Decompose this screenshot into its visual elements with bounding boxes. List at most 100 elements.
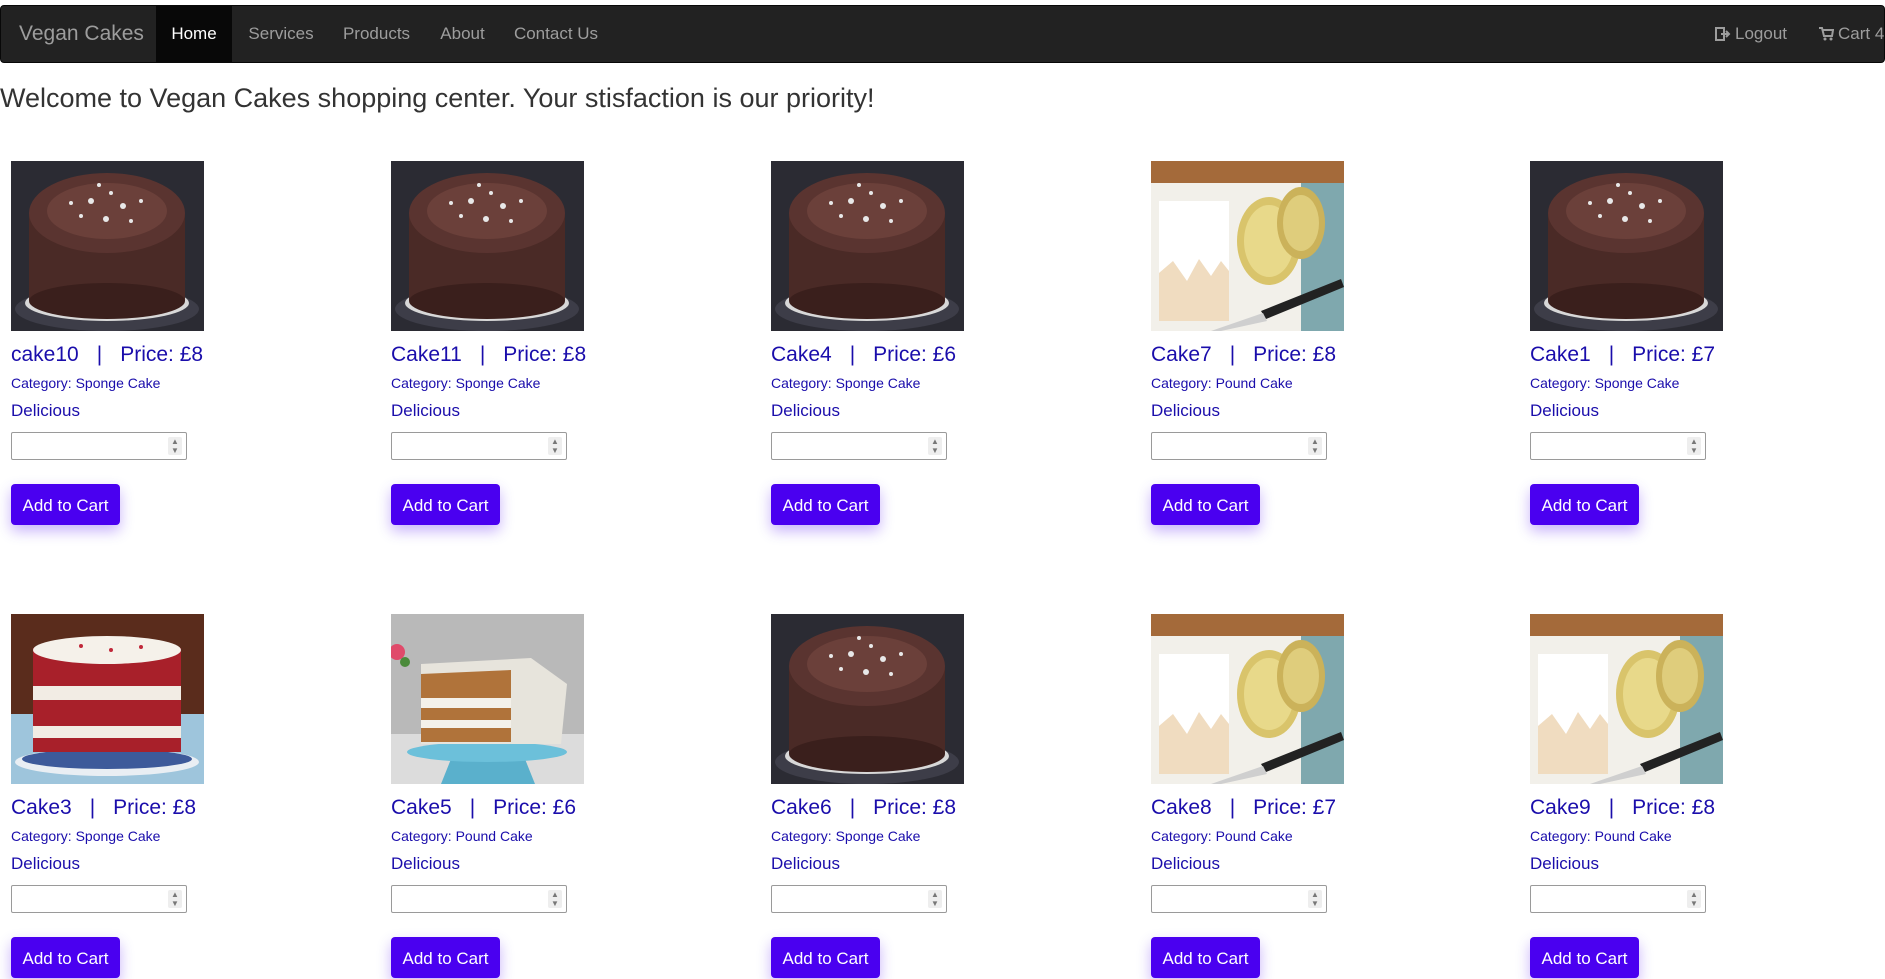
quantity-input[interactable]: ▲ ▼ (391, 885, 567, 913)
product-name[interactable]: Cake1 (1530, 343, 1591, 366)
product-description: Delicious (1151, 401, 1220, 420)
welcome-heading: Welcome to Vegan Cakes shopping center. … (0, 83, 875, 113)
add-to-cart-button[interactable]: Add to Cart (11, 484, 120, 525)
quantity-input[interactable]: ▲ ▼ (1530, 432, 1706, 460)
product-image[interactable] (1530, 614, 1723, 784)
spinner-arrows-icon[interactable]: ▲ ▼ (168, 437, 182, 455)
spinner-arrows-icon[interactable]: ▲ ▼ (168, 890, 182, 908)
navbar: Vegan Cakes Home Services Products About… (0, 5, 1885, 63)
product-price: Price: £6 (493, 796, 577, 819)
product-category: Category: Sponge Cake (391, 375, 541, 391)
add-to-cart-button[interactable]: Add to Cart (1530, 484, 1639, 525)
product-price: Price: £8 (1253, 343, 1337, 366)
cart-link[interactable]: Cart 4 (1818, 6, 1884, 62)
spinner-arrows-icon[interactable]: ▲ ▼ (1308, 890, 1322, 908)
product-description: Delicious (1151, 854, 1220, 873)
product-name[interactable]: Cake6 (771, 796, 832, 819)
add-to-cart-button[interactable]: Add to Cart (771, 937, 880, 978)
product-image[interactable] (771, 614, 964, 784)
separator: | (479, 343, 486, 366)
product-title-row: Cake9 | Price: £8 (1530, 796, 1715, 820)
product-image[interactable] (391, 614, 584, 784)
spinner-arrows-icon[interactable]: ▲ ▼ (1687, 437, 1701, 455)
product-title-row: Cake1 | Price: £7 (1530, 343, 1715, 367)
product-category: Category: Pound Cake (1151, 828, 1293, 844)
add-to-cart-button[interactable]: Add to Cart (11, 937, 120, 978)
quantity-input[interactable]: ▲ ▼ (11, 432, 187, 460)
add-to-cart-button[interactable]: Add to Cart (1151, 484, 1260, 525)
add-to-cart-button[interactable]: Add to Cart (1530, 937, 1639, 978)
spinner-arrows-icon[interactable]: ▲ ▼ (928, 437, 942, 455)
separator: | (1608, 343, 1615, 366)
spinner-arrows-icon[interactable]: ▲ ▼ (1308, 437, 1322, 455)
brand-logo[interactable]: Vegan Cakes (19, 6, 144, 62)
product-image[interactable] (1151, 161, 1344, 331)
product-name[interactable]: cake10 (11, 343, 79, 366)
product-title-row: cake10 | Price: £8 (11, 343, 203, 367)
product-category: Category: Sponge Cake (11, 828, 161, 844)
product-price: Price: £6 (873, 343, 957, 366)
product-name[interactable]: Cake11 (391, 343, 462, 366)
product-description: Delicious (1530, 401, 1599, 420)
product-title-row: Cake3 | Price: £8 (11, 796, 196, 820)
product-category: Category: Pound Cake (1530, 828, 1672, 844)
product-name[interactable]: Cake4 (771, 343, 832, 366)
product-title-row: Cake6 | Price: £8 (771, 796, 956, 820)
product-category: Category: Sponge Cake (771, 828, 921, 844)
product-name[interactable]: Cake5 (391, 796, 452, 819)
product-price: Price: £8 (113, 796, 197, 819)
product-name[interactable]: Cake9 (1530, 796, 1591, 819)
product-category: Category: Pound Cake (391, 828, 533, 844)
product-image[interactable] (771, 161, 964, 331)
product-description: Delicious (771, 401, 840, 420)
separator: | (1608, 796, 1615, 819)
quantity-input[interactable]: ▲ ▼ (11, 885, 187, 913)
product-description: Delicious (391, 854, 460, 873)
spinner-arrows-icon[interactable]: ▲ ▼ (548, 437, 562, 455)
quantity-input[interactable]: ▲ ▼ (1151, 885, 1327, 913)
product-description: Delicious (771, 854, 840, 873)
product-title-row: Cake4 | Price: £6 (771, 343, 956, 367)
add-to-cart-button[interactable]: Add to Cart (1151, 937, 1260, 978)
logout-label: Logout (1735, 24, 1787, 43)
product-name[interactable]: Cake7 (1151, 343, 1212, 366)
nav-about[interactable]: About (423, 6, 502, 62)
product-name[interactable]: Cake3 (11, 796, 72, 819)
quantity-input[interactable]: ▲ ▼ (771, 432, 947, 460)
product-image[interactable] (11, 614, 204, 784)
product-image[interactable] (1151, 614, 1344, 784)
quantity-input[interactable]: ▲ ▼ (391, 432, 567, 460)
separator: | (469, 796, 476, 819)
logout-link[interactable]: Logout (1715, 6, 1787, 62)
product-image[interactable] (11, 161, 204, 331)
product-price: Price: £8 (873, 796, 957, 819)
separator: | (849, 796, 856, 819)
product-price: Price: £8 (503, 343, 587, 366)
product-description: Delicious (391, 401, 460, 420)
add-to-cart-button[interactable]: Add to Cart (391, 937, 500, 978)
add-to-cart-button[interactable]: Add to Cart (391, 484, 500, 525)
product-category: Category: Sponge Cake (771, 375, 921, 391)
product-title-row: Cake7 | Price: £8 (1151, 343, 1336, 367)
quantity-input[interactable]: ▲ ▼ (1530, 885, 1706, 913)
cart-label: Cart 4 (1838, 24, 1885, 43)
product-price: Price: £7 (1632, 343, 1716, 366)
separator: | (96, 343, 103, 366)
nav-contact-us[interactable]: Contact Us (502, 6, 610, 62)
quantity-input[interactable]: ▲ ▼ (1151, 432, 1327, 460)
spinner-arrows-icon[interactable]: ▲ ▼ (928, 890, 942, 908)
product-image[interactable] (1530, 161, 1723, 331)
add-to-cart-button[interactable]: Add to Cart (771, 484, 880, 525)
spinner-arrows-icon[interactable]: ▲ ▼ (548, 890, 562, 908)
nav-products[interactable]: Products (330, 6, 423, 62)
product-image[interactable] (391, 161, 584, 331)
nav-home[interactable]: Home (156, 6, 232, 62)
spinner-arrows-icon[interactable]: ▲ ▼ (1687, 890, 1701, 908)
product-price: Price: £8 (120, 343, 204, 366)
separator: | (89, 796, 96, 819)
product-name[interactable]: Cake8 (1151, 796, 1212, 819)
nav-services[interactable]: Services (232, 6, 330, 62)
quantity-input[interactable]: ▲ ▼ (771, 885, 947, 913)
product-category: Category: Sponge Cake (11, 375, 161, 391)
separator: | (1229, 343, 1236, 366)
